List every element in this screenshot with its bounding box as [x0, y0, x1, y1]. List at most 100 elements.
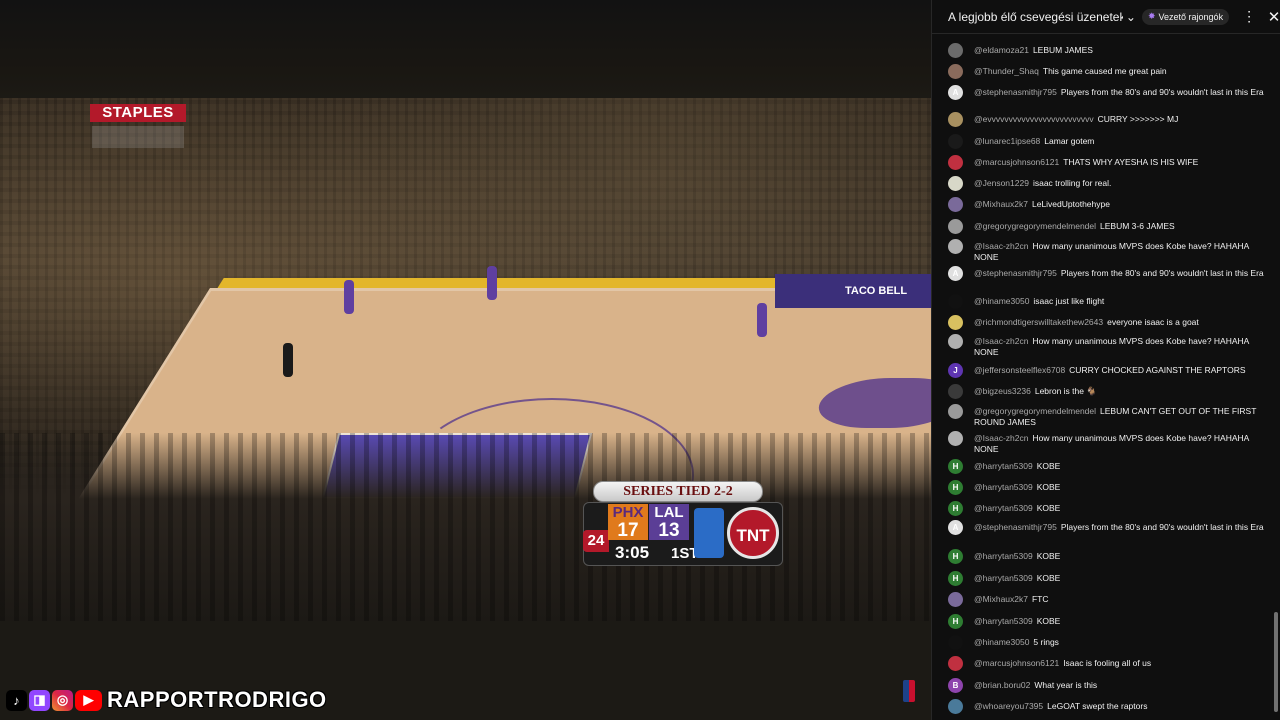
chat-message[interactable]: @gregorygregorymendelmendel LEBUM 3-6 JAM…	[948, 219, 1266, 234]
chat-author[interactable]: @harrytan5309	[974, 573, 1033, 583]
chat-message[interactable]: @marcusjohnson6121 THATS WHY AYESHA IS HI…	[948, 155, 1266, 170]
chat-author[interactable]: @hiname3050	[974, 296, 1029, 306]
chat-message[interactable]: A @stephenasmithjr795 Players from the 80'…	[948, 520, 1266, 535]
avatar[interactable]	[948, 176, 963, 191]
chat-message[interactable]: @Mixhaux2k7 FTC	[948, 592, 1266, 607]
chat-author[interactable]: @lunarec1ipse68	[974, 136, 1040, 146]
chat-message[interactable]: @Jenson1229 isaac trolling for real.	[948, 176, 1266, 191]
chat-author[interactable]: @marcusjohnson6121	[974, 157, 1059, 167]
avatar[interactable]	[948, 592, 963, 607]
avatar[interactable]: H	[948, 549, 963, 564]
chat-author[interactable]: @Jenson1229	[974, 178, 1029, 188]
chat-message[interactable]: A @stephenasmithjr795 Players from the 80'…	[948, 85, 1266, 100]
video-frame[interactable]: STAPLES TACO BELL	[0, 98, 931, 621]
chat-author[interactable]: @harrytan5309	[974, 482, 1033, 492]
avatar[interactable]	[948, 334, 963, 349]
avatar[interactable]: H	[948, 459, 963, 474]
chat-message[interactable]: @hiname3050 5 rings	[948, 635, 1266, 650]
chat-message[interactable]: @bigzeus3236 Lebron is the 🐐	[948, 384, 1266, 399]
avatar[interactable]	[948, 134, 963, 149]
chat-author[interactable]: @gregorygregorymendelmendel	[974, 221, 1096, 231]
avatar[interactable]	[948, 431, 963, 446]
chat-author[interactable]: @Isaac-zh2cn	[974, 433, 1028, 443]
avatar[interactable]: A	[948, 85, 963, 100]
avatar[interactable]	[948, 239, 963, 254]
chat-author[interactable]: @harrytan5309	[974, 503, 1033, 513]
chat-message[interactable]: @Isaac-zh2cn How many unanimous MVPS does…	[948, 334, 1266, 358]
chat-message[interactable]: @evvvvvvvvvvvvvvvvvvvvvvvvv CURRY >>>>>>>…	[948, 112, 1266, 127]
chat-message[interactable]: @lunarec1ipse68 Lamar gotem	[948, 134, 1266, 149]
avatar[interactable]: H	[948, 501, 963, 516]
chat-message[interactable]: J @jeffersonsteelflex6708 CURRY CHOCKED AG…	[948, 363, 1266, 378]
chat-author[interactable]: @brian.boru02	[974, 680, 1030, 690]
chat-message-list[interactable]: @eldamoza21 LEBUM JAMES @Thunder_Shaq This …	[932, 34, 1272, 720]
chevron-down-icon[interactable]: ⌄	[1126, 10, 1136, 24]
chat-message[interactable]: @richmondtigerswilltakethew2643 everyone …	[948, 315, 1266, 330]
chat-author[interactable]: @jeffersonsteelflex6708	[974, 365, 1065, 375]
chat-message[interactable]: @marcusjohnson6121 Isaac is fooling all o…	[948, 656, 1266, 671]
chat-message[interactable]: H @harrytan5309 KOBE	[948, 571, 1266, 586]
avatar[interactable]	[948, 64, 963, 79]
chat-message[interactable]: @gregorygregorymendelmendel LEBUM CAN'T G…	[948, 404, 1266, 428]
chat-author[interactable]: @stephenasmithjr795	[974, 522, 1057, 532]
chat-author[interactable]: @Mixhaux2k7	[974, 199, 1028, 209]
avatar[interactable]	[948, 656, 963, 671]
avatar[interactable]	[948, 112, 963, 127]
chat-author[interactable]: @eldamoza21	[974, 45, 1029, 55]
chat-message[interactable]: @whoareyou7395 LeGOAT swept the raptors	[948, 699, 1266, 714]
chat-author[interactable]: @harrytan5309	[974, 616, 1033, 626]
avatar[interactable]	[948, 404, 963, 419]
avatar[interactable]	[948, 384, 963, 399]
chat-message[interactable]: H @harrytan5309 KOBE	[948, 480, 1266, 495]
chat-message[interactable]: H @harrytan5309 KOBE	[948, 549, 1266, 564]
chat-mode-title[interactable]: A legjobb élő csevegési üzenetek újra	[948, 10, 1123, 24]
avatar[interactable]	[948, 43, 963, 58]
chat-message[interactable]: @Isaac-zh2cn How many unanimous MVPS does…	[948, 431, 1266, 455]
avatar[interactable]	[948, 155, 963, 170]
chat-author[interactable]: @stephenasmithjr795	[974, 268, 1057, 278]
chat-scrollbar[interactable]	[1272, 34, 1280, 720]
chat-message[interactable]: B @brian.boru02 What year is this	[948, 678, 1266, 693]
chat-message[interactable]: H @harrytan5309 KOBE	[948, 501, 1266, 516]
avatar[interactable]	[948, 315, 963, 330]
close-icon[interactable]: ✕	[1267, 8, 1280, 26]
chat-author[interactable]: @harrytan5309	[974, 461, 1033, 471]
avatar[interactable]	[948, 294, 963, 309]
chat-message[interactable]: A @stephenasmithjr795 Players from the 80'…	[948, 266, 1266, 281]
avatar[interactable]	[948, 197, 963, 212]
chat-author[interactable]: @bigzeus3236	[974, 386, 1031, 396]
chat-message[interactable]: H @harrytan5309 KOBE	[948, 614, 1266, 629]
chat-author[interactable]: @Isaac-zh2cn	[974, 336, 1028, 346]
chat-author[interactable]: @hiname3050	[974, 637, 1029, 647]
chat-message[interactable]: @eldamoza21 LEBUM JAMES	[948, 43, 1266, 58]
chat-message[interactable]: @Isaac-zh2cn How many unanimous MVPS does…	[948, 239, 1266, 263]
scrollbar-thumb[interactable]	[1274, 612, 1278, 712]
chat-message[interactable]: @hiname3050 isaac just like flight	[948, 294, 1266, 309]
video-player[interactable]: STAPLES TACO BELL SERIES TIED 2-2 24 PHX…	[0, 0, 931, 720]
more-options-icon[interactable]: ⋮	[1242, 8, 1256, 25]
avatar[interactable]: H	[948, 571, 963, 586]
chat-author[interactable]: @evvvvvvvvvvvvvvvvvvvvvvvvv	[974, 114, 1094, 124]
chat-author[interactable]: @Thunder_Shaq	[974, 66, 1039, 76]
chat-message[interactable]: H @harrytan5309 KOBE	[948, 459, 1266, 474]
chat-author[interactable]: @marcusjohnson6121	[974, 658, 1059, 668]
chat-author[interactable]: @Isaac-zh2cn	[974, 241, 1028, 251]
avatar[interactable]: A	[948, 266, 963, 281]
chat-author[interactable]: @richmondtigerswilltakethew2643	[974, 317, 1103, 327]
avatar[interactable]: A	[948, 520, 963, 535]
avatar[interactable]	[948, 635, 963, 650]
chat-author[interactable]: @harrytan5309	[974, 551, 1033, 561]
chat-author[interactable]: @whoareyou7395	[974, 701, 1043, 711]
chat-message[interactable]: @Thunder_Shaq This game caused me great p…	[948, 64, 1266, 79]
avatar[interactable]: H	[948, 614, 963, 629]
avatar[interactable]: H	[948, 480, 963, 495]
top-fans-button[interactable]: ✸ Vezető rajongók	[1141, 8, 1230, 25]
chat-author[interactable]: @gregorygregorymendelmendel	[974, 406, 1096, 416]
avatar[interactable]	[948, 219, 963, 234]
avatar[interactable]	[948, 699, 963, 714]
avatar[interactable]: B	[948, 678, 963, 693]
avatar[interactable]: J	[948, 363, 963, 378]
chat-author[interactable]: @stephenasmithjr795	[974, 87, 1057, 97]
chat-author[interactable]: @Mixhaux2k7	[974, 594, 1028, 604]
chat-message[interactable]: @Mixhaux2k7 LeLivedUptothehype	[948, 197, 1266, 212]
